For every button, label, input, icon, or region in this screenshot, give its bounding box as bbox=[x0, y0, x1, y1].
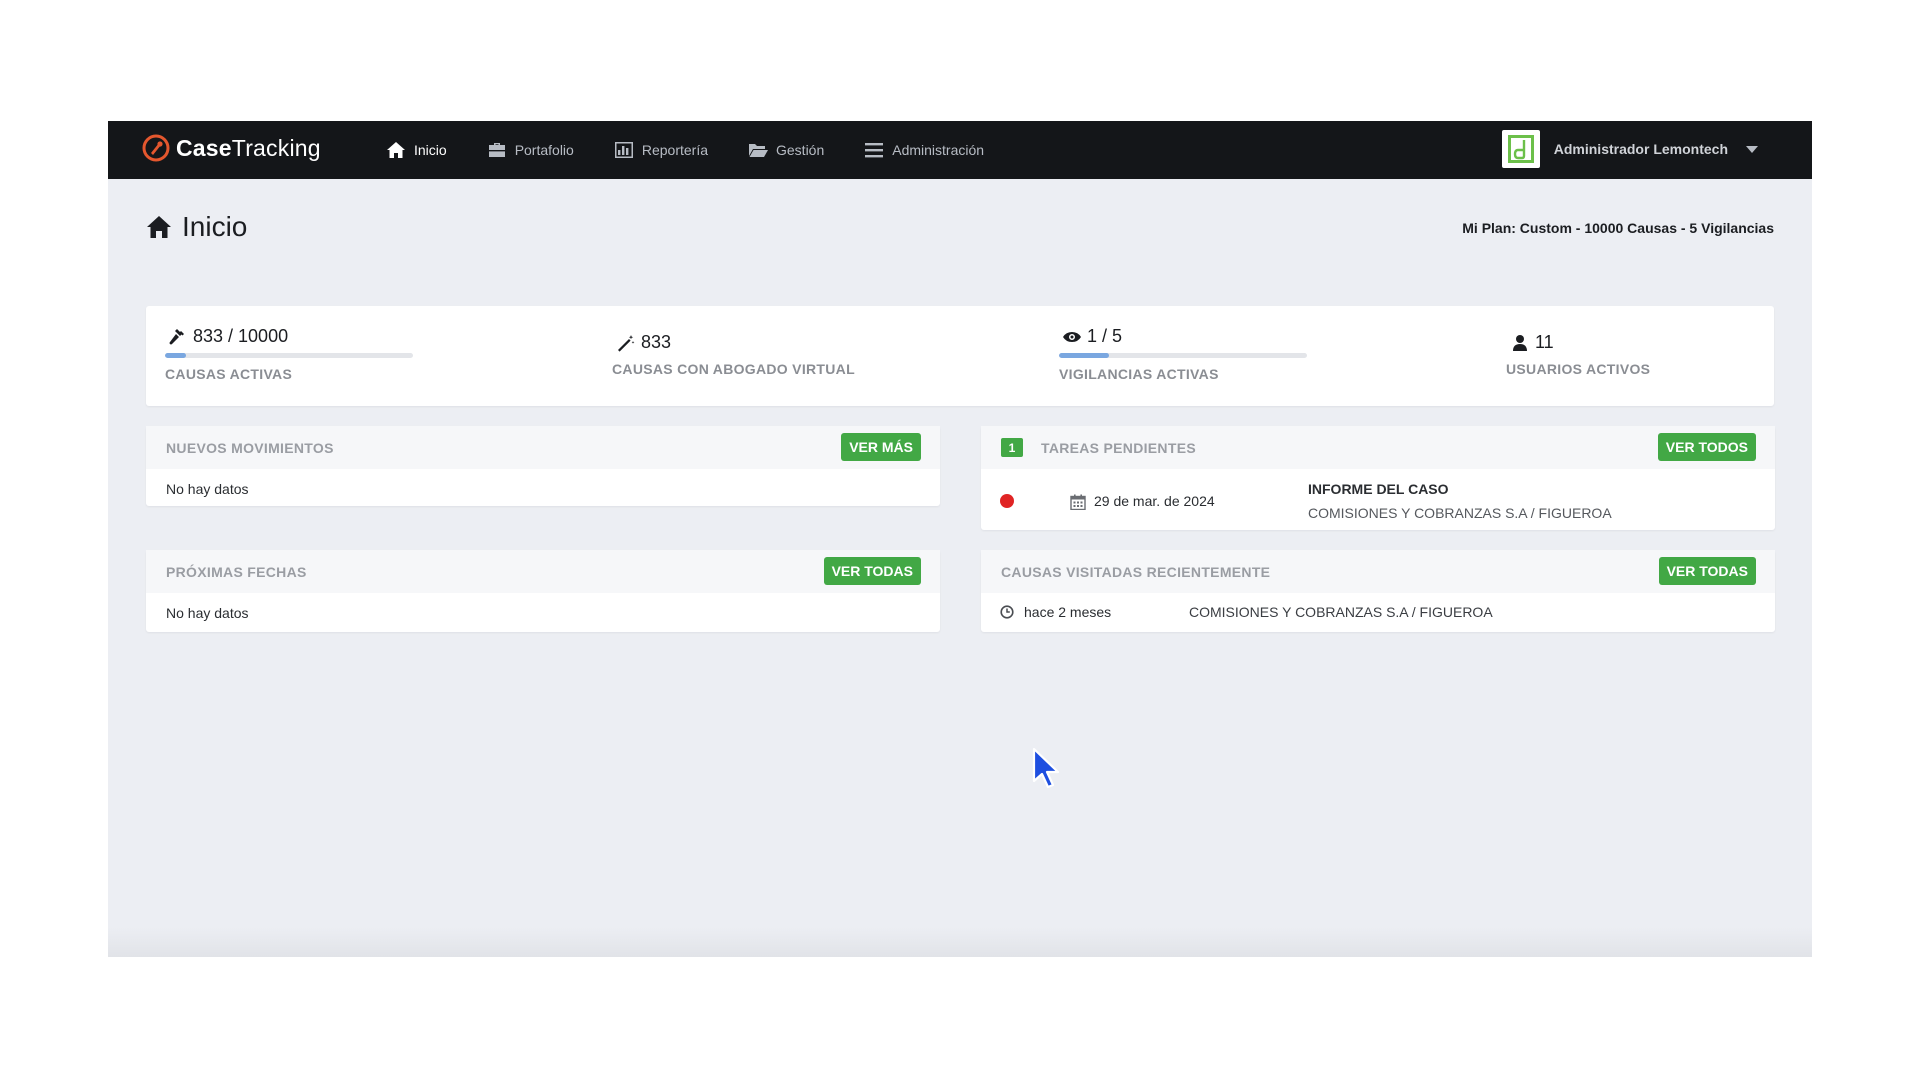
panel-header: PRÓXIMAS FECHAS VER TODAS bbox=[146, 550, 940, 593]
causas-progress-bar bbox=[165, 353, 413, 358]
stat-value: 1 / 5 bbox=[1087, 326, 1123, 346]
stat-label: USUARIOS ACTIVOS bbox=[1506, 361, 1651, 377]
stat-value: 833 bbox=[641, 332, 672, 352]
ver-todas-button[interactable]: VER TODAS bbox=[823, 557, 921, 585]
casetracking-logo-icon bbox=[142, 134, 170, 162]
nav-item-administracion[interactable]: Administración bbox=[844, 121, 1004, 179]
home-icon bbox=[387, 142, 405, 158]
stat-value: 833 / 10000 bbox=[193, 326, 289, 346]
task-status-dot bbox=[1000, 494, 1014, 508]
nav-item-label: Inicio bbox=[414, 142, 447, 158]
stat-causas-activas: 833 / 10000 CAUSAS ACTIVAS bbox=[165, 326, 413, 426]
panel-title: CAUSAS VISITADAS RECIENTEMENTE bbox=[1001, 563, 1271, 580]
stat-value-row: 1 / 5 bbox=[1063, 326, 1307, 347]
lemontech-logo bbox=[1501, 130, 1540, 168]
panel-header: CAUSAS VISITADAS RECIENTEMENTE VER TODAS bbox=[981, 550, 1775, 593]
stat-value-row: 11 bbox=[1511, 332, 1650, 353]
nav-item-label: Gestión bbox=[776, 142, 825, 158]
panel-header: 1 TAREAS PENDIENTES VER TODOS bbox=[981, 426, 1775, 469]
nav-item-inicio[interactable]: Inicio bbox=[366, 121, 467, 179]
briefcase-icon bbox=[488, 143, 505, 157]
brand-name: CaseTracking bbox=[176, 134, 321, 161]
home-icon bbox=[147, 216, 171, 238]
nav-item-label: Administración bbox=[892, 142, 985, 158]
task-row[interactable]: 29 de mar. de 2024 INFORME DEL CASO COMI… bbox=[981, 469, 1775, 530]
panel-causas-visitadas: CAUSAS VISITADAS RECIENTEMENTE VER TODAS… bbox=[981, 550, 1775, 632]
panel-title: PRÓXIMAS FECHAS bbox=[166, 563, 307, 580]
panel-title: NUEVOS MOVIMIENTOS bbox=[166, 439, 334, 456]
ver-todos-button[interactable]: VER TODOS bbox=[1657, 433, 1756, 461]
gavel-icon bbox=[169, 328, 184, 344]
nav-item-reporteria[interactable]: Reportería bbox=[594, 121, 728, 179]
stat-label: VIGILANCIAS ACTIVAS bbox=[1059, 366, 1219, 382]
stats-card: 833 / 10000 CAUSAS ACTIVAS 833 CAUSAS CO… bbox=[146, 306, 1774, 406]
visited-case-name: COMISIONES Y COBRANZAS S.A / FIGUEROA bbox=[1189, 604, 1493, 620]
stat-abogado-virtual: 833 CAUSAS CON ABOGADO VIRTUAL bbox=[612, 332, 855, 432]
plan-info: Mi Plan: Custom - 10000 Causas - 5 Vigil… bbox=[1462, 220, 1774, 236]
stat-usuarios-activos: 11 USUARIOS ACTIVOS bbox=[1506, 332, 1650, 432]
causas-progress-fill bbox=[165, 353, 186, 358]
nav-item-gestion[interactable]: Gestión bbox=[728, 121, 844, 179]
calendar-icon bbox=[1070, 494, 1086, 510]
empty-state: No hay datos bbox=[166, 481, 249, 497]
panel-tareas-pendientes: 1 TAREAS PENDIENTES VER TODOS 29 de mar.… bbox=[981, 426, 1775, 530]
stat-label: CAUSAS CON ABOGADO VIRTUAL bbox=[612, 361, 855, 377]
app-window: CaseTracking Inicio Portafolio Reporterí… bbox=[108, 121, 1812, 957]
page-title: Inicio bbox=[146, 211, 247, 243]
user-name: Administrador Lemontech bbox=[1553, 141, 1728, 157]
tareas-count-badge: 1 bbox=[1001, 438, 1023, 457]
task-title: INFORME DEL CASO bbox=[1308, 481, 1449, 497]
menu-icon bbox=[865, 143, 884, 158]
nav-item-label: Portafolio bbox=[514, 142, 574, 158]
task-date: 29 de mar. de 2024 bbox=[1094, 493, 1215, 509]
stat-value: 11 bbox=[1535, 332, 1554, 352]
brand[interactable]: CaseTracking bbox=[142, 134, 321, 162]
panel-header: NUEVOS MOVIMIENTOS VER MÁS bbox=[146, 426, 940, 469]
task-subtitle: COMISIONES Y COBRANZAS S.A / FIGUEROA bbox=[1308, 505, 1612, 521]
panel-nuevos-movimientos: NUEVOS MOVIMIENTOS VER MÁS No hay datos bbox=[146, 426, 940, 506]
clock-icon bbox=[1000, 605, 1014, 619]
empty-state: No hay datos bbox=[166, 605, 249, 621]
visited-time: hace 2 meses bbox=[1024, 604, 1112, 620]
ver-todas-button[interactable]: VER TODAS bbox=[1658, 557, 1756, 585]
ver-mas-button[interactable]: VER MÁS bbox=[841, 433, 921, 461]
vigilancias-progress-fill bbox=[1059, 353, 1109, 358]
panel-proximas-fechas: PRÓXIMAS FECHAS VER TODAS No hay datos bbox=[146, 550, 940, 632]
page-title-text: Inicio bbox=[182, 211, 248, 242]
caret-down-icon bbox=[1746, 145, 1758, 153]
folder-open-icon bbox=[749, 144, 768, 157]
main-nav: Inicio Portafolio Reportería Gestión Adm… bbox=[366, 121, 1004, 179]
vigilancias-progress-bar bbox=[1059, 353, 1307, 358]
stat-value-row: 833 bbox=[617, 332, 855, 353]
eye-icon bbox=[1063, 331, 1081, 342]
panel-title: TAREAS PENDIENTES bbox=[1041, 439, 1196, 456]
top-navbar: CaseTracking Inicio Portafolio Reporterí… bbox=[108, 121, 1812, 179]
stat-value-row: 833 / 10000 bbox=[169, 326, 413, 347]
mouse-cursor-icon bbox=[1032, 747, 1060, 789]
stat-label: CAUSAS ACTIVAS bbox=[165, 366, 293, 382]
user-menu[interactable]: Administrador Lemontech bbox=[1501, 130, 1758, 168]
nav-item-label: Reportería bbox=[641, 142, 708, 158]
stat-vigilancias-activas: 1 / 5 VIGILANCIAS ACTIVAS bbox=[1059, 326, 1307, 426]
bar-chart-icon bbox=[614, 142, 633, 158]
user-icon bbox=[1513, 334, 1527, 351]
visited-case-row[interactable]: hace 2 meses COMISIONES Y COBRANZAS S.A … bbox=[981, 593, 1775, 631]
magic-wand-icon bbox=[618, 334, 635, 352]
nav-item-portafolio[interactable]: Portafolio bbox=[467, 121, 594, 179]
